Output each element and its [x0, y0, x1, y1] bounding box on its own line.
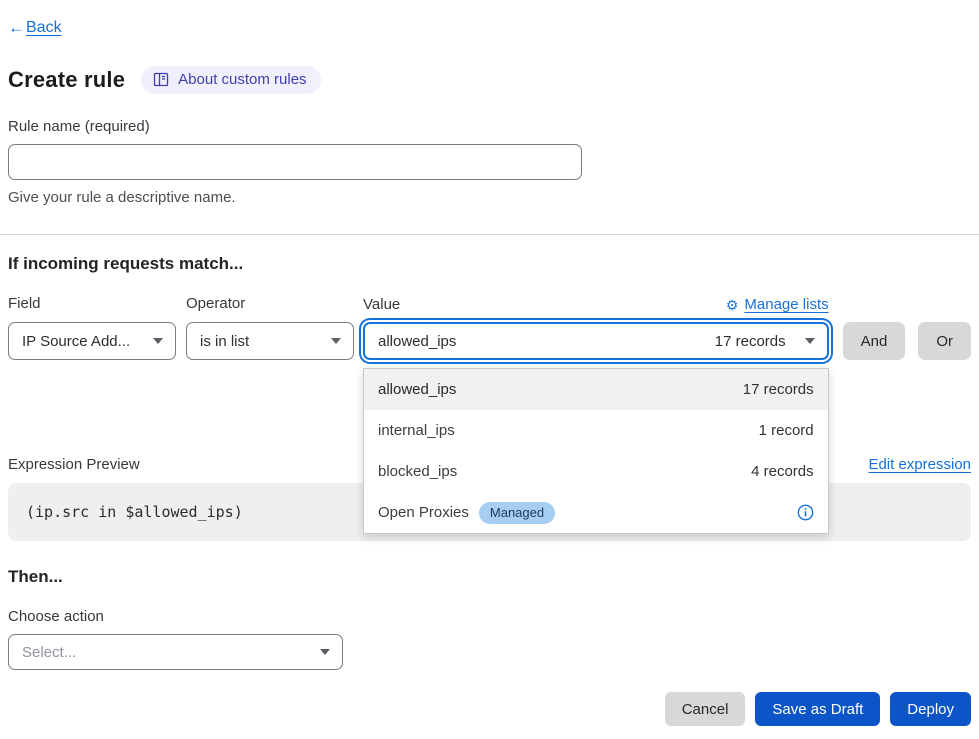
list-item-name: internal_ips	[378, 422, 455, 439]
list-item-internal-ips[interactable]: internal_ips 1 record	[364, 410, 828, 451]
rule-name-helper: Give your rule a descriptive name.	[8, 189, 971, 206]
list-item-count: 17 records	[743, 381, 814, 398]
field-label: Field	[8, 295, 176, 312]
list-item-count: 1 record	[759, 422, 814, 439]
list-item-open-proxies[interactable]: Open Proxies Managed	[364, 492, 828, 533]
back-link-label: Back	[26, 19, 62, 37]
value-label: Value	[363, 296, 400, 313]
value-select-value: allowed_ips	[378, 333, 456, 350]
rule-name-input[interactable]	[8, 144, 582, 180]
choose-action-label: Choose action	[8, 608, 971, 625]
about-custom-rules-link[interactable]: About custom rules	[141, 66, 320, 94]
operator-label: Operator	[186, 295, 354, 312]
rule-name-label: Rule name (required)	[8, 118, 971, 135]
create-rule-page: ←Back Create rule About custom rules Rul…	[0, 0, 979, 739]
manage-lists-label: Manage lists	[744, 296, 828, 313]
list-item-name: allowed_ips	[378, 381, 456, 398]
field-select[interactable]: IP Source Add...	[8, 322, 176, 360]
list-item-blocked-ips[interactable]: blocked_ips 4 records	[364, 451, 828, 492]
save-as-draft-button[interactable]: Save as Draft	[755, 692, 880, 726]
value-select-record-count: 17 records	[715, 333, 786, 350]
list-item-count: 4 records	[751, 463, 814, 480]
operator-select[interactable]: is in list	[186, 322, 354, 360]
then-section-heading: Then...	[8, 567, 971, 587]
cancel-button[interactable]: Cancel	[665, 692, 746, 726]
info-icon[interactable]	[797, 504, 814, 521]
managed-badge: Managed	[479, 502, 555, 524]
manage-lists-link[interactable]: ⚙ Manage lists	[726, 296, 829, 313]
or-button[interactable]: Or	[918, 322, 971, 360]
back-link[interactable]: ←Back	[8, 18, 62, 38]
gear-icon: ⚙	[726, 298, 739, 312]
deploy-button[interactable]: Deploy	[890, 692, 971, 726]
list-item-name: blocked_ips	[378, 463, 457, 480]
list-item-allowed-ips[interactable]: allowed_ips 17 records	[364, 369, 828, 410]
section-divider	[0, 234, 979, 235]
expression-preview-label: Expression Preview	[8, 456, 140, 473]
chevron-down-icon	[805, 338, 815, 344]
action-select[interactable]: Select...	[8, 634, 343, 670]
about-custom-rules-label: About custom rules	[178, 71, 306, 88]
list-item-name: Open Proxies	[378, 504, 469, 521]
chevron-down-icon	[153, 338, 163, 344]
expression-code: (ip.src in $allowed_ips)	[26, 503, 243, 521]
chevron-down-icon	[331, 338, 341, 344]
action-select-placeholder: Select...	[22, 644, 76, 661]
edit-expression-link[interactable]: Edit expression	[868, 456, 971, 473]
book-icon	[153, 72, 169, 87]
match-section-heading: If incoming requests match...	[8, 254, 971, 274]
value-select[interactable]: allowed_ips 17 records	[363, 322, 829, 360]
page-title: Create rule	[8, 67, 125, 93]
value-dropdown-panel: allowed_ips 17 records internal_ips 1 re…	[363, 368, 829, 534]
field-select-value: IP Source Add...	[22, 333, 130, 350]
and-button[interactable]: And	[843, 322, 906, 360]
arrow-left-icon: ←	[8, 18, 25, 38]
operator-select-value: is in list	[200, 333, 249, 350]
chevron-down-icon	[320, 649, 330, 655]
